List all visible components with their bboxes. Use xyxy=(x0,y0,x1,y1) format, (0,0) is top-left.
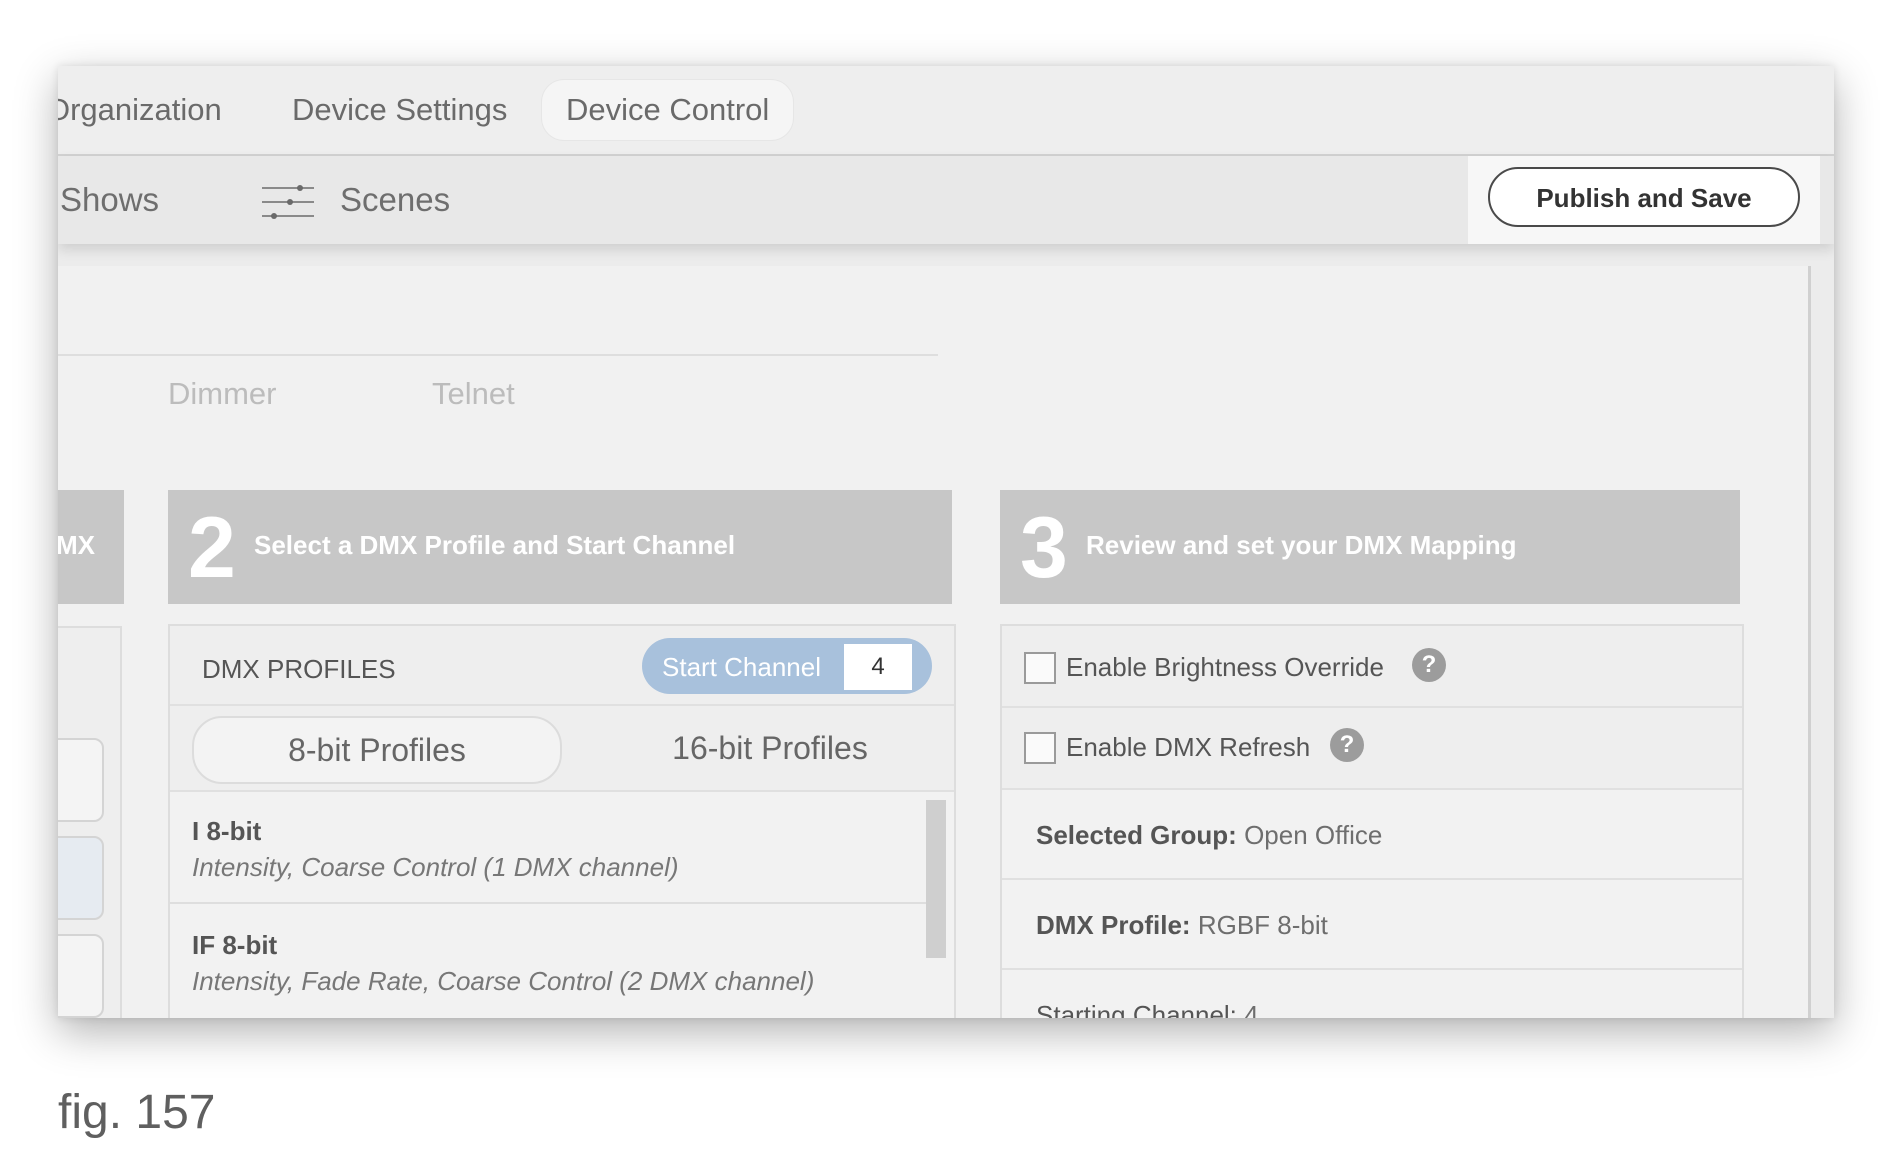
step1-title: MX xyxy=(58,530,95,560)
step1-list-item[interactable] xyxy=(58,934,104,1018)
figure-caption: fig. 157 xyxy=(58,1086,216,1139)
profile-description: Intensity, Fade Rate, Coarse Control (2 … xyxy=(192,966,815,996)
profile-list: I 8-bit Intensity, Coarse Control (1 DMX… xyxy=(170,792,954,1018)
brightness-override-row: Enable Brightness Override ? xyxy=(1002,626,1742,708)
sliders-icon[interactable] xyxy=(260,180,316,224)
dmx-profile-key: DMX Profile: xyxy=(1036,910,1191,940)
selected-group: Selected Group: Open Office xyxy=(1036,820,1382,851)
dmx-profile-row: DMX Profile: RGBF 8-bit xyxy=(1002,880,1742,970)
selected-group-key: Selected Group: xyxy=(1036,820,1237,850)
dmx-refresh-row: Enable DMX Refresh ? xyxy=(1002,708,1742,790)
start-channel-control: Start Channel xyxy=(642,638,932,694)
selected-group-value: Open Office xyxy=(1244,820,1383,850)
dmx-profiles-header: DMX PROFILES Start Channel xyxy=(170,626,954,706)
step2-panel: DMX PROFILES Start Channel 8-bit Profile… xyxy=(168,624,956,1018)
step1-list-item[interactable] xyxy=(58,738,104,822)
step3-panel: Enable Brightness Override ? Enable DMX … xyxy=(1000,624,1744,1018)
dmx-setup-content: Dimmer Telnet MX 2 Select a DMX Profile … xyxy=(58,266,1811,1018)
tab-organization[interactable]: Organization xyxy=(58,80,222,140)
start-channel-input[interactable] xyxy=(844,644,912,690)
profile-name: I 8-bit xyxy=(192,816,262,846)
profile-list-scrollbar[interactable] xyxy=(926,800,946,958)
step1-header: MX xyxy=(58,490,124,604)
dmx-profiles-label: DMX PROFILES xyxy=(202,654,396,684)
step2-header: 2 Select a DMX Profile and Start Channel xyxy=(168,490,952,604)
starting-channel-value: 4 xyxy=(1244,1000,1259,1018)
list-item[interactable]: I 8-bit Intensity, Coarse Control (1 DMX… xyxy=(170,792,930,904)
step3-title: Review and set your DMX Mapping xyxy=(1086,530,1517,560)
app-window: Organization Device Settings Device Cont… xyxy=(58,66,1834,1018)
dmx-profile-value: RGBF 8-bit xyxy=(1197,910,1328,940)
brightness-override-checkbox[interactable] xyxy=(1024,652,1056,684)
tab-16-bit-profiles[interactable]: 16-bit Profiles xyxy=(590,716,950,780)
shows-link[interactable]: Shows xyxy=(60,174,159,226)
list-item[interactable]: IF 8-bit Intensity, Fade Rate, Coarse Co… xyxy=(170,904,930,1018)
tab-8-bit-profiles[interactable]: 8-bit Profiles xyxy=(192,716,562,784)
profile-description: Intensity, Coarse Control (1 DMX channel… xyxy=(192,852,679,882)
step3-number: 3 xyxy=(1020,500,1068,596)
start-channel-label: Start Channel xyxy=(662,652,821,682)
publish-and-save-button[interactable]: Publish and Save xyxy=(1488,167,1800,227)
step2-number: 2 xyxy=(188,500,236,596)
step1-panel xyxy=(58,626,122,1018)
divider xyxy=(58,354,938,356)
tab-device-settings[interactable]: Device Settings xyxy=(292,80,507,140)
step1-list-item-selected[interactable] xyxy=(58,836,104,920)
top-nav-bar: Organization Device Settings Device Cont… xyxy=(58,66,1834,156)
scenes-link[interactable]: Scenes xyxy=(340,174,450,226)
help-icon[interactable]: ? xyxy=(1330,728,1364,762)
tab-device-control[interactable]: Device Control xyxy=(542,80,794,140)
profile-bit-tabs: 8-bit Profiles 16-bit Profiles xyxy=(170,706,954,792)
dmx-refresh-label[interactable]: Enable DMX Refresh xyxy=(1066,732,1310,763)
step2-title: Select a DMX Profile and Start Channel xyxy=(254,530,736,560)
step3-header: 3 Review and set your DMX Mapping xyxy=(1000,490,1740,604)
selected-group-row: Selected Group: Open Office xyxy=(1002,790,1742,880)
dmx-refresh-checkbox[interactable] xyxy=(1024,732,1056,764)
profile-name: IF 8-bit xyxy=(192,930,278,960)
dmx-profile: DMX Profile: RGBF 8-bit xyxy=(1036,910,1328,941)
starting-channel: Starting Channel: 4 xyxy=(1036,1000,1259,1018)
publish-area: Publish and Save xyxy=(1468,156,1820,244)
brightness-override-label[interactable]: Enable Brightness Override xyxy=(1066,652,1384,683)
starting-channel-row: Starting Channel: 4 xyxy=(1002,970,1742,1018)
tab-dimmer[interactable]: Dimmer xyxy=(168,376,277,412)
help-icon[interactable]: ? xyxy=(1412,648,1446,682)
tab-telnet[interactable]: Telnet xyxy=(432,376,515,412)
starting-channel-key: Starting Channel: xyxy=(1036,1000,1237,1018)
